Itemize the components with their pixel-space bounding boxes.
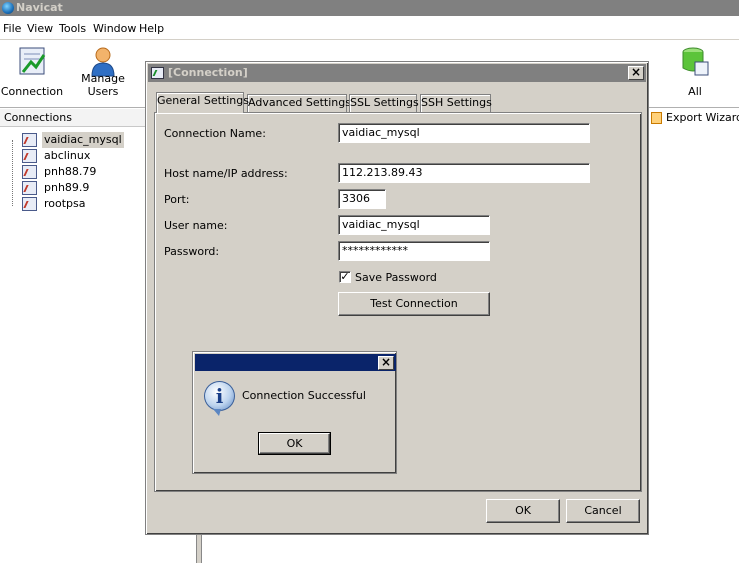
tab-general-settings[interactable]: General Settings <box>156 92 249 113</box>
password-label: Password: <box>164 245 220 258</box>
user-name-label: User name: <box>164 219 228 232</box>
manage-users-button[interactable]: Manage Users <box>66 40 140 108</box>
tree-item-label: pnh89.9 <box>44 181 90 194</box>
information-icon: i <box>204 381 235 416</box>
connection-label: Connection <box>0 85 64 98</box>
dialog-title: [Connection] <box>168 66 248 79</box>
connection-name-input[interactable]: vaidiac_mysql <box>338 123 590 143</box>
save-password-label: Save Password <box>355 271 437 284</box>
messagebox-titlebar: × <box>195 354 396 371</box>
tree-item-label: abclinux <box>44 149 91 162</box>
host-input[interactable]: 112.213.89.43 <box>338 163 590 183</box>
dialog-titlebar: [Connection] × <box>148 64 646 82</box>
tree-connector-lines <box>12 140 22 206</box>
tab-ssh-settings[interactable]: SSH Settings <box>420 94 492 112</box>
tree-item-label: rootpsa <box>44 197 86 210</box>
cancel-button[interactable]: Cancel <box>566 499 640 523</box>
connection-success-messagebox: × i Connection Successful OK <box>192 351 397 474</box>
export-wizard-button[interactable]: Export Wizard <box>650 109 739 127</box>
connection-button[interactable]: Connection <box>0 40 64 108</box>
ok-button[interactable]: OK <box>486 499 560 523</box>
messagebox-text: Connection Successful <box>242 389 366 402</box>
tab-advanced-settings[interactable]: Advanced Settings <box>247 94 351 112</box>
messagebox-ok-button[interactable]: OK <box>258 432 331 455</box>
export-icon <box>651 112 662 124</box>
host-label: Host name/IP address: <box>164 167 288 180</box>
connection-dialog-icon <box>151 67 164 79</box>
menu-tools[interactable]: Tools <box>59 22 86 35</box>
all-label: All <box>688 85 702 98</box>
menu-bar: File View Tools Window Help <box>0 16 739 40</box>
mysql-connection-icon <box>22 181 37 195</box>
navicat-logo-icon <box>2 2 14 14</box>
app-titlebar: Navicat <box>0 0 739 16</box>
mysql-connection-icon <box>22 133 37 147</box>
menu-window[interactable]: Window <box>93 22 136 35</box>
mysql-connection-icon <box>22 197 37 211</box>
tree-item-label: pnh88.79 <box>44 165 97 178</box>
test-connection-button[interactable]: Test Connection <box>338 292 490 316</box>
all-button[interactable]: All <box>672 40 718 108</box>
app-title: Navicat <box>16 1 63 14</box>
tab-ssl-settings[interactable]: SSL Settings <box>349 94 419 112</box>
password-input[interactable]: ************ <box>338 241 490 261</box>
tree-item-abclinux[interactable]: abclinux <box>22 148 92 164</box>
manage-users-label: Manage Users <box>81 72 125 98</box>
export-wizard-label: Export Wizard <box>666 111 739 124</box>
database-icon <box>682 47 709 76</box>
save-password-checkbox[interactable]: ✓ <box>339 271 351 283</box>
connection-name-label: Connection Name: <box>164 127 266 140</box>
mysql-connection-icon <box>22 165 37 179</box>
pane-splitter[interactable] <box>196 534 202 563</box>
mysql-connection-icon <box>22 149 37 163</box>
menu-view[interactable]: View <box>27 22 53 35</box>
connection-icon <box>19 47 46 75</box>
tree-item-pnh88-79[interactable]: pnh88.79 <box>22 164 98 180</box>
menu-file[interactable]: File <box>3 22 21 35</box>
tree-item-pnh89-9[interactable]: pnh89.9 <box>22 180 91 196</box>
user-name-input[interactable]: vaidiac_mysql <box>338 215 490 235</box>
tree-item-vaidiac-mysql[interactable]: vaidiac_mysql <box>22 132 124 148</box>
tree-item-rootpsa[interactable]: rootpsa <box>22 196 88 212</box>
dialog-close-button[interactable]: × <box>628 66 644 80</box>
port-input[interactable]: 3306 <box>338 189 386 209</box>
port-label: Port: <box>164 193 190 206</box>
messagebox-close-button[interactable]: × <box>378 356 394 370</box>
tree-item-label: vaidiac_mysql <box>42 132 124 148</box>
connections-header: Connections <box>0 109 145 127</box>
menu-help[interactable]: Help <box>139 22 164 35</box>
